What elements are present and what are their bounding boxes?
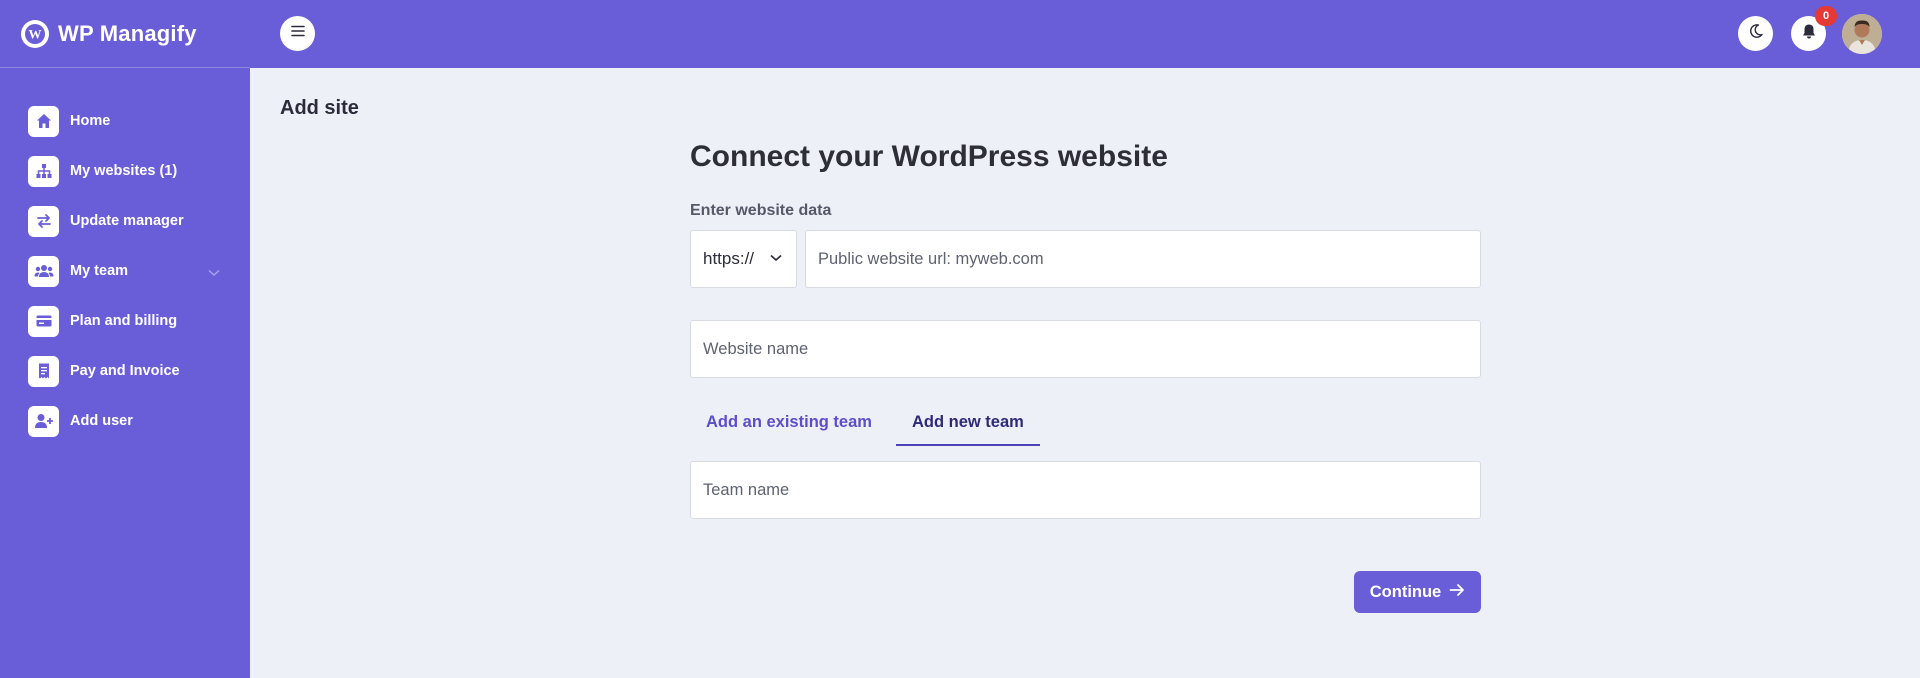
dark-mode-toggle-button[interactable] <box>1738 16 1773 51</box>
form-heading: Connect your WordPress website <box>690 140 1168 173</box>
sidebar-item-update-manager[interactable]: Update manager <box>0 196 250 246</box>
protocol-select[interactable]: https:// <box>690 230 797 288</box>
sidebar-item-label: Update manager <box>70 213 184 229</box>
continue-button-label: Continue <box>1369 582 1442 601</box>
avatar[interactable] <box>1842 14 1882 54</box>
sitemap-icon <box>28 155 59 187</box>
brand[interactable]: W WP Managify <box>0 0 250 68</box>
protocol-select-value: https:// <box>703 249 755 268</box>
swap-arrows-icon <box>28 205 59 237</box>
sidebar-item-label: Pay and Invoice <box>70 363 180 379</box>
url-row: https:// <box>690 230 1481 288</box>
sidebar-nav: Home My websites (1) Update manager My t… <box>0 68 250 446</box>
credit-card-icon <box>28 305 59 337</box>
users-icon <box>28 255 59 287</box>
sidebar-item-home[interactable]: Home <box>0 96 250 146</box>
brand-name: WP Managify <box>58 20 197 46</box>
menu-toggle-button[interactable] <box>280 16 315 51</box>
team-tabs: Add an existing team Add new team <box>690 409 1481 446</box>
notification-count-badge: 0 <box>1815 6 1837 26</box>
sidebar-item-my-team[interactable]: My team <box>0 246 250 296</box>
tab-add-existing-team[interactable]: Add an existing team <box>690 409 888 446</box>
sidebar-item-label: Plan and billing <box>70 313 178 329</box>
sidebar-item-add-user[interactable]: Add user <box>0 396 250 446</box>
sidebar-item-pay-invoice[interactable]: Pay and Invoice <box>0 346 250 396</box>
user-plus-icon <box>28 405 59 437</box>
add-site-form: Connect your WordPress website Enter web… <box>690 140 1481 519</box>
continue-button[interactable]: Continue <box>1354 571 1481 613</box>
bell-icon <box>1801 23 1817 45</box>
website-data-label: Enter website data <box>690 202 832 219</box>
sidebar-item-plan-billing[interactable]: Plan and billing <box>0 296 250 346</box>
sidebar-item-label: My websites (1) <box>70 163 178 179</box>
sidebar-item-label: My team <box>70 263 129 279</box>
team-name-input[interactable] <box>690 461 1481 519</box>
website-url-input[interactable] <box>805 230 1481 288</box>
page-title: Add site <box>280 97 359 119</box>
website-name-input[interactable] <box>690 320 1481 378</box>
home-icon <box>28 105 59 137</box>
topbar: 0 <box>250 0 1920 68</box>
moon-icon <box>1748 23 1764 44</box>
hamburger-icon <box>290 24 306 43</box>
chevron-down-icon <box>770 254 782 262</box>
arrow-right-icon <box>1449 583 1465 602</box>
tab-add-new-team[interactable]: Add new team <box>895 409 1040 446</box>
sidebar-item-label: Add user <box>70 413 133 429</box>
sidebar: W WP Managify Home My websites (1) Updat… <box>0 0 250 678</box>
sidebar-item-my-websites[interactable]: My websites (1) <box>0 146 250 196</box>
sidebar-item-label: Home <box>70 113 111 129</box>
wordpress-logo-icon: W <box>21 19 49 48</box>
receipt-icon <box>28 355 59 387</box>
chevron-down-icon[interactable] <box>208 264 220 282</box>
svg-text:W: W <box>29 26 42 41</box>
